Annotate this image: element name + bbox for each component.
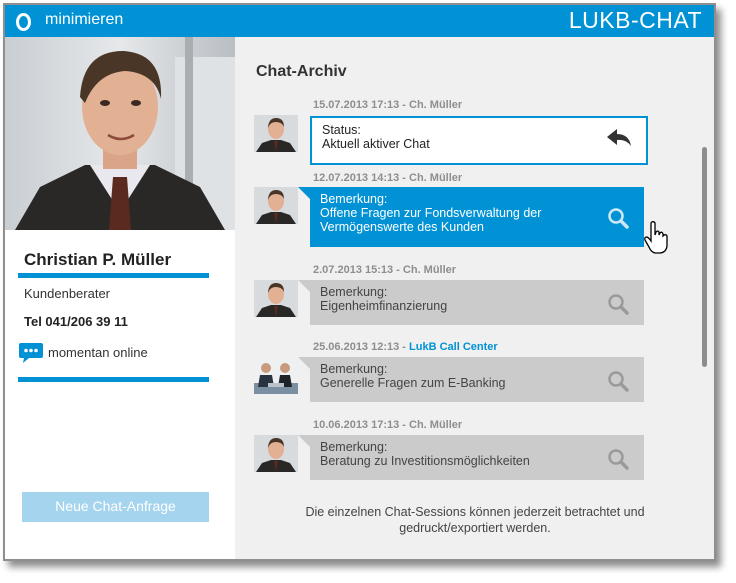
name-divider <box>18 273 209 278</box>
entry-label: Bemerkung: <box>320 192 388 206</box>
hand-cursor-icon <box>644 221 668 254</box>
entry-date-text: 25.06.2013 12:13 - <box>313 341 410 353</box>
entry-date: 15.07.2013 17:13 - Ch. Müller <box>313 99 463 111</box>
chat-bubble-icon <box>19 343 43 363</box>
speech-tab <box>298 357 310 369</box>
agent-role: Kundenberater <box>24 286 111 301</box>
brand-bold: LUKB <box>568 7 631 33</box>
call-center-thumbnail <box>254 357 298 394</box>
agent-thumbnail <box>254 435 298 472</box>
agent-photo <box>5 37 235 230</box>
archive-title: Chat-Archiv <box>256 63 347 80</box>
search-icon[interactable] <box>607 448 629 470</box>
brand-logo: LUKB-CHAT <box>569 7 702 34</box>
scrollbar-thumb[interactable] <box>702 147 707 367</box>
entry-date: 25.06.2013 12:13 - LukB Call Center <box>313 341 498 353</box>
chat-entry-card[interactable]: Bemerkung: Offene Fragen zur Fondsverwal… <box>310 187 644 247</box>
speech-tab <box>298 435 310 447</box>
agent-panel: Christian P. Müller Kundenberater Tel 04… <box>5 37 235 559</box>
entry-text: Beratung zu Investitionsmöglichkeiten <box>320 454 530 468</box>
entry-text: Aktuell aktiver Chat <box>322 137 430 151</box>
brand-rest: -CHAT <box>630 7 702 33</box>
search-icon[interactable] <box>607 370 629 392</box>
archive-panel: Chat-Archiv 15.07.2013 17:13 - Ch. Mülle… <box>235 37 714 559</box>
entry-date: 2.07.2013 15:13 - Ch. Müller <box>313 264 457 276</box>
chat-entry-card[interactable]: Bemerkung: Generelle Fragen zum E-Bankin… <box>310 357 644 402</box>
chat-entry-card[interactable]: Status: Aktuell aktiver Chat <box>310 116 648 165</box>
speech-tab <box>298 280 310 292</box>
entry-date: 10.06.2013 17:13 - Ch. Müller <box>313 419 463 431</box>
new-chat-button[interactable]: Neue Chat-Anfrage <box>22 492 209 522</box>
entry-agent: LukB Call Center <box>409 341 498 353</box>
chat-entry-card[interactable]: Bemerkung: Beratung zu Investitionsmögli… <box>310 435 644 480</box>
agent-thumbnail <box>254 280 298 317</box>
status-divider <box>18 377 209 382</box>
chat-window: minimieren LUKB-CHAT Christian P. Müller… <box>3 3 716 561</box>
agent-name: Christian P. Müller <box>24 250 172 269</box>
entry-label: Status: <box>322 123 361 137</box>
chat-entry-card[interactable]: Bemerkung: Eigenheimfinanzierung <box>310 280 644 325</box>
entry-text: Generelle Fragen zum E-Banking <box>320 376 506 390</box>
speech-tab <box>298 187 310 199</box>
online-status: momentan online <box>18 342 148 364</box>
agent-phone: Tel 041/206 39 11 <box>24 314 128 329</box>
entry-label: Bemerkung: <box>320 362 388 376</box>
entry-text: Eigenheimfinanzierung <box>320 299 448 313</box>
entry-label: Bemerkung: <box>320 285 388 299</box>
minimize-icon[interactable] <box>16 13 31 31</box>
search-icon[interactable] <box>607 293 629 315</box>
entry-date: 12.07.2013 14:13 - Ch. Müller <box>313 172 463 184</box>
archive-footer-note: Die einzelnen Chat-Sessions können jeder… <box>305 505 645 535</box>
agent-thumbnail <box>254 187 298 224</box>
agent-thumbnail <box>254 115 298 152</box>
title-bar: minimieren LUKB-CHAT <box>5 5 714 37</box>
entry-label: Bemerkung: <box>320 440 388 454</box>
reply-arrow-icon[interactable] <box>604 126 634 148</box>
entry-text: Offene Fragen zur Fondsverwaltung der Ve… <box>320 206 542 234</box>
minimize-button[interactable]: minimieren <box>45 11 123 29</box>
status-text: momentan online <box>48 345 148 360</box>
search-icon[interactable] <box>607 207 629 229</box>
